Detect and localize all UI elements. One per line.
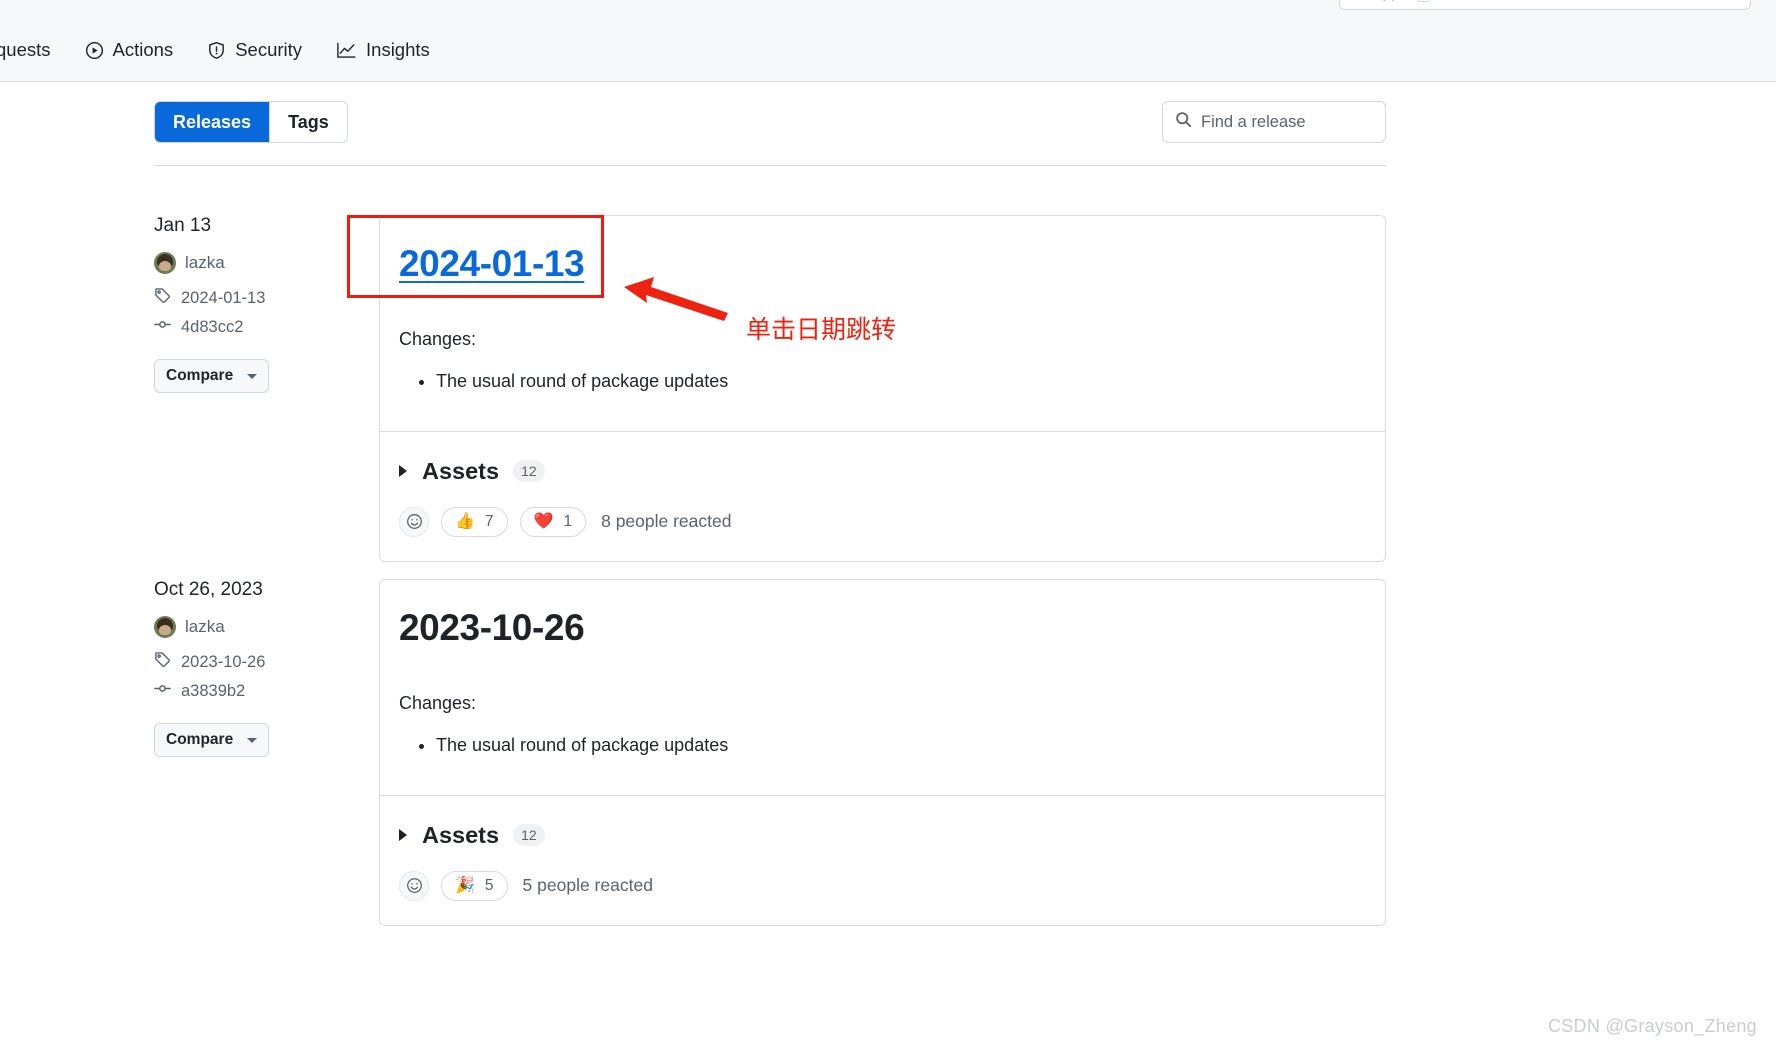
- triangle-right-icon: [399, 465, 407, 478]
- reactions-row: 🎉 5 5 people reacted: [380, 849, 1385, 925]
- release-meta: Jan 13 lazka 2024-01-13 4d83cc2 Compare: [154, 215, 364, 393]
- thumbsup-icon: 👍: [455, 512, 475, 530]
- compare-button-label: Compare: [166, 367, 234, 384]
- release-tag[interactable]: 2024-01-13: [154, 287, 364, 309]
- release-author-name: lazka: [185, 617, 225, 636]
- release-tag-label: 2023-10-26: [181, 652, 266, 671]
- reaction-count: 7: [484, 512, 494, 530]
- release-meta: Oct 26, 2023 lazka 2023-10-26 a3839b2 Co…: [154, 579, 364, 757]
- release-author[interactable]: lazka: [154, 252, 364, 274]
- triangle-right-icon: [399, 829, 407, 842]
- assets-label[interactable]: Assets: [422, 458, 499, 485]
- release-title-link[interactable]: 2024-01-13: [399, 243, 1366, 285]
- commit-icon: [154, 680, 171, 702]
- global-search-suffix: to search: [1438, 0, 1504, 2]
- find-release-placeholder: Find a release: [1201, 112, 1306, 131]
- releases-toolbar: Releases Tags Find a release: [154, 101, 1386, 145]
- release-tag-label: 2024-01-13: [181, 288, 266, 307]
- command-palette-icon[interactable]: ⌄≡: [1721, 0, 1742, 1]
- reaction-count: 5: [484, 876, 494, 894]
- releases-tags-segmented-control: Releases Tags: [154, 101, 348, 143]
- assets-section[interactable]: Assets 12: [380, 796, 1385, 849]
- assets-count-badge: 12: [513, 460, 545, 483]
- release-card: 2023-10-26 Changes: The usual round of p…: [379, 579, 1386, 926]
- repo-nav-item-insights[interactable]: Insights: [319, 30, 447, 70]
- reaction-summary: 8 people reacted: [601, 511, 732, 532]
- changes-label: Changes:: [399, 328, 477, 349]
- toolbar-divider: [154, 165, 1386, 166]
- repo-nav-item-label: quests: [0, 39, 51, 60]
- play-circle-icon: [85, 41, 104, 60]
- repo-nav-item-pull-requests[interactable]: quests: [0, 30, 68, 70]
- reaction-summary: 5 people reacted: [522, 875, 653, 896]
- avatar: [154, 252, 176, 274]
- changes-label: Changes:: [399, 692, 477, 713]
- graph-icon: [336, 41, 357, 60]
- slash-command-icon: /: [1416, 0, 1431, 2]
- changes-list-item: The usual round of package updates: [436, 368, 1366, 395]
- compare-button-label: Compare: [166, 731, 234, 748]
- compare-button[interactable]: Compare: [154, 359, 270, 393]
- global-search-placeholder: Type: [1374, 0, 1409, 2]
- changes-list-item: The usual round of package updates: [436, 732, 1366, 759]
- repo-nav: quests Actions Security Insights: [0, 30, 447, 70]
- search-icon: [1175, 111, 1192, 133]
- reaction-chip-tada[interactable]: 🎉 5: [441, 870, 508, 901]
- chevron-down-icon: [247, 373, 258, 379]
- release-commit-label: 4d83cc2: [181, 317, 244, 336]
- repo-nav-item-security[interactable]: Security: [190, 30, 319, 70]
- page-root: Type / to search ⌄≡ quests Actions: [0, 0, 1776, 1054]
- commit-icon: [154, 316, 171, 338]
- release-author[interactable]: lazka: [154, 616, 364, 638]
- compare-button[interactable]: Compare: [154, 723, 270, 757]
- main-content: Releases Tags Find a release Jan 13 lazk…: [0, 82, 1776, 1054]
- tab-tags[interactable]: Tags: [269, 102, 347, 142]
- repo-nav-item-actions[interactable]: Actions: [68, 30, 191, 70]
- reactions-row: 👍 7 ❤️ 1 8 people reacted: [380, 485, 1385, 561]
- release-date: Jan 13: [154, 215, 212, 236]
- add-reaction-icon[interactable]: [399, 506, 429, 537]
- tab-releases[interactable]: Releases: [155, 102, 270, 142]
- search-icon: [1350, 0, 1366, 4]
- reaction-chip-thumbsup[interactable]: 👍 7: [441, 506, 508, 537]
- assets-section[interactable]: Assets 12: [380, 432, 1385, 485]
- release-title[interactable]: 2023-10-26: [399, 607, 1366, 649]
- tag-icon: [154, 287, 171, 309]
- tag-icon: [154, 651, 171, 673]
- reaction-count: 1: [563, 512, 573, 530]
- repo-nav-item-label: Actions: [112, 39, 174, 60]
- shield-icon: [207, 41, 226, 60]
- find-release-input[interactable]: Find a release: [1162, 101, 1386, 143]
- tada-icon: 🎉: [455, 876, 475, 894]
- top-chrome: Type / to search ⌄≡ quests Actions: [0, 0, 1776, 82]
- chevron-down-icon: [247, 737, 258, 743]
- repo-nav-item-label: Security: [235, 39, 303, 60]
- assets-count-badge: 12: [513, 824, 545, 847]
- release-commit[interactable]: a3839b2: [154, 680, 364, 702]
- changes-list: The usual round of package updates: [399, 732, 1366, 759]
- release-tag[interactable]: 2023-10-26: [154, 651, 364, 673]
- global-search-box[interactable]: Type / to search ⌄≡: [1339, 0, 1751, 10]
- release-author-name: lazka: [185, 253, 225, 272]
- assets-label[interactable]: Assets: [422, 822, 499, 849]
- release-commit-label: a3839b2: [181, 681, 246, 700]
- reaction-chip-heart[interactable]: ❤️ 1: [519, 506, 587, 537]
- heart-icon: ❤️: [533, 512, 554, 530]
- repo-nav-item-label: Insights: [366, 39, 430, 60]
- avatar: [154, 616, 176, 638]
- changes-list: The usual round of package updates: [399, 368, 1366, 395]
- release-commit[interactable]: 4d83cc2: [154, 316, 364, 338]
- release-date: Oct 26, 2023: [154, 579, 263, 600]
- release-card: 2024-01-13 Changes: The usual round of p…: [379, 215, 1386, 562]
- add-reaction-icon[interactable]: [399, 870, 429, 901]
- watermark: CSDN @Grayson_Zheng: [1547, 1016, 1757, 1036]
